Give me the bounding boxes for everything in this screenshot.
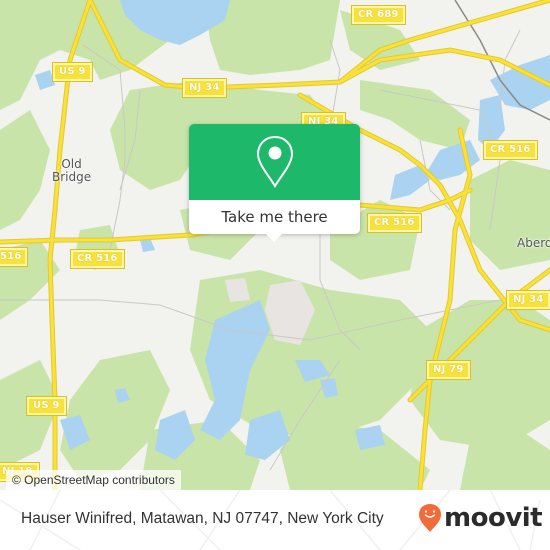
moovit-logo[interactable]: moovit: [418, 503, 543, 533]
map-attribution[interactable]: © OpenStreetMap contributors: [6, 470, 181, 490]
moovit-pin-icon: [419, 504, 441, 532]
road-shield-nj34: NJ 34: [182, 78, 227, 98]
road-shield-us9: US 9: [52, 62, 93, 82]
road-shield-cr516: 516: [0, 247, 29, 267]
road-shield-nj79: NJ 79: [426, 360, 471, 380]
road-shield-nj34: NJ 34: [506, 290, 550, 310]
brand-name: moovit: [444, 503, 543, 533]
road-shield-us9: US 9: [26, 396, 67, 416]
road-shield-cr689: CR 689: [351, 5, 406, 25]
place-label-old-bridge: Old Bridge: [52, 157, 92, 184]
footer-bar: Hauser Winifred, Matawan, NJ 07747, New …: [0, 490, 550, 550]
location-popup[interactable]: Take me there: [189, 124, 360, 242]
road-shield-cr516: CR 516: [367, 213, 422, 233]
location-address: Hauser Winifred, Matawan, NJ 07747, New …: [21, 510, 384, 527]
road-shield-cr516: CR 516: [483, 140, 538, 160]
popup-pointer: [266, 234, 282, 242]
take-me-there-button[interactable]: Take me there: [189, 200, 360, 234]
map-view[interactable]: CR 689 US 9 NJ 34 NJ 34 CR 516 CR 516 51…: [0, 0, 550, 490]
road-shield-cr516: CR 516: [70, 249, 125, 269]
place-label-aberdeen: Aberd: [517, 236, 550, 250]
popup-header: [189, 124, 360, 200]
map-pin-icon: [256, 135, 293, 188]
